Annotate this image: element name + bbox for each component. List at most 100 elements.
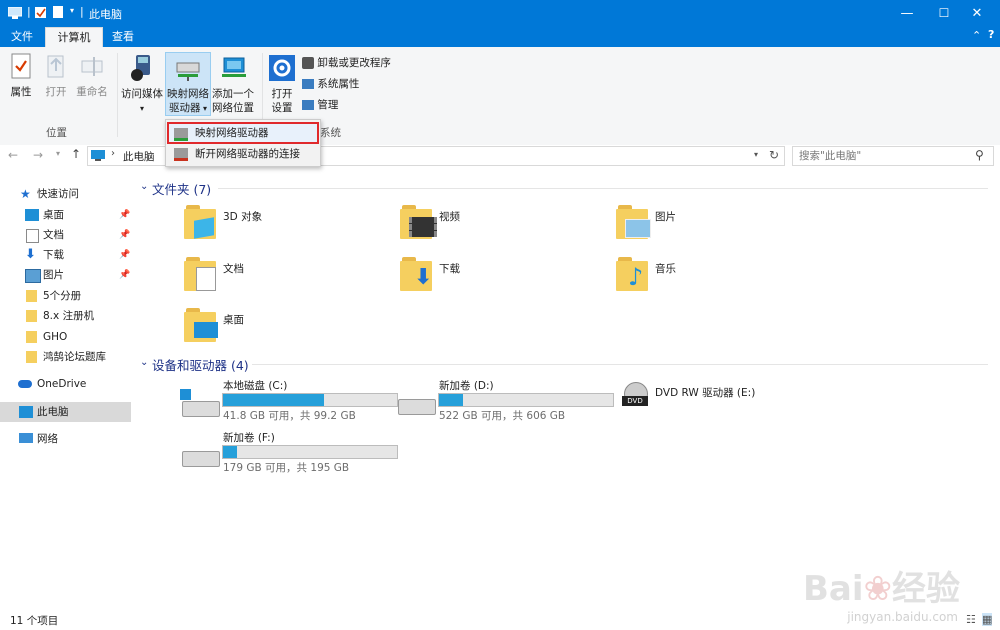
drive-usage-bar [222, 445, 398, 459]
collapse-chevron-icon[interactable]: ⌄ [140, 357, 148, 368]
folder-icon [184, 257, 224, 293]
sidebar-item-pictures[interactable]: 图片 📌 [0, 265, 131, 285]
collapse-ribbon-icon[interactable]: ⌃ [972, 29, 981, 42]
properties-quick-icon[interactable] [35, 7, 47, 19]
sidebar-item-quick-access[interactable]: ★ 快速访问 [0, 184, 131, 204]
pictures-icon [25, 269, 41, 283]
folder-pictures[interactable]: 图片 [616, 205, 816, 247]
devices-section-header[interactable]: 设备和驱动器 (4) [152, 355, 249, 374]
folder-label: 视频 [439, 211, 460, 223]
properties-button[interactable]: 属性 [6, 53, 36, 99]
sidebar-item-this-pc[interactable]: 此电脑 [0, 402, 131, 422]
folder-icon [184, 308, 224, 344]
network-drive-icon [176, 62, 200, 81]
recent-locations-dropdown-icon[interactable]: ▾ [56, 149, 60, 158]
large-icons-view-icon[interactable]: ▦ [982, 613, 993, 626]
watermark-logo: Bai❀经验 [802, 569, 960, 609]
drive-free-space: 522 GB 可用，共 606 GB [439, 410, 566, 422]
sidebar-item-folder[interactable]: 8.x 注册机 [0, 306, 131, 326]
sidebar-item-onedrive[interactable]: OneDrive [0, 374, 131, 394]
sidebar-item-folder[interactable]: GHO [0, 327, 131, 347]
folder-icon [616, 205, 656, 241]
close-button[interactable]: ✕ [954, 0, 1000, 27]
folders-section-header[interactable]: 文件夹 (7) [152, 179, 211, 198]
network-icon [19, 433, 33, 443]
search-input[interactable]: 搜索"此电脑" ⚲ [792, 146, 994, 166]
details-view-icon[interactable]: ☷ [966, 613, 976, 626]
folder-label: 文档 [223, 263, 244, 275]
section-divider [252, 364, 988, 365]
manage-button[interactable]: 管理 [302, 96, 338, 114]
drive-label: DVD RW 驱动器 (E:) [655, 387, 756, 399]
breadcrumb-this-pc[interactable]: 此电脑 [123, 149, 155, 164]
collapse-chevron-icon[interactable]: ⌄ [140, 181, 148, 192]
folder-music[interactable]: ♪ 音乐 [616, 257, 816, 299]
help-icon[interactable]: ? [988, 28, 994, 41]
sidebar-label: 文档 [43, 229, 64, 241]
quick-access-dropdown-icon[interactable]: ▾ [70, 6, 74, 15]
tab-file[interactable]: 文件 [0, 27, 44, 47]
sidebar-item-folder[interactable]: 鸿鹄论坛题库 [0, 347, 131, 367]
folder-icon: ⬇ [400, 257, 440, 293]
drive-d[interactable]: 新加卷 (D:) 522 GB 可用，共 606 GB [396, 377, 614, 423]
sidebar-label: 桌面 [43, 209, 64, 221]
this-pc-icon [91, 150, 105, 161]
sidebar-item-network[interactable]: 网络 [0, 429, 131, 449]
sidebar-item-downloads[interactable]: ⬇ 下载 📌 [0, 245, 131, 265]
properties-icon [11, 53, 31, 79]
search-icon[interactable]: ⚲ [975, 146, 984, 164]
item-count: 11 个项目 [10, 615, 59, 627]
drive-label: 新加卷 (D:) [439, 380, 494, 392]
folder-label: 桌面 [223, 314, 244, 326]
star-icon: ★ [20, 187, 31, 201]
pin-icon: 📌 [119, 230, 131, 240]
sidebar-label: 下载 [43, 249, 64, 261]
tab-view[interactable]: 查看 [103, 27, 143, 47]
window-title: 此电脑 [89, 8, 122, 21]
back-arrow-icon[interactable]: ← [8, 148, 18, 162]
address-dropdown-icon[interactable]: ▾ [754, 150, 758, 159]
sidebar-label: 网络 [37, 433, 58, 445]
folder-icon [400, 205, 440, 241]
search-placeholder: 搜索"此电脑" [799, 150, 862, 162]
open-settings-button[interactable]: 打开 设置 [266, 53, 298, 115]
new-folder-quick-icon[interactable] [53, 6, 64, 19]
folder-downloads[interactable]: ⬇ 下载 [400, 257, 600, 299]
disconnect-network-drive-menu-item[interactable]: 断开网络驱动器的连接 [168, 144, 318, 164]
map-network-drive-button[interactable]: 映射网络 驱动器 ▾ [165, 52, 211, 116]
add-network-location-button[interactable]: 添加一个 网络位置 [210, 53, 256, 115]
navigation-pane: ★ 快速访问 桌面 📌 文档 📌 ⬇ 下载 📌 图片 📌 5个分册 8.x 注册… [0, 178, 131, 610]
sidebar-item-desktop[interactable]: 桌面 📌 [0, 205, 131, 225]
forward-arrow-icon[interactable]: → [33, 148, 43, 162]
drive-e-dvd[interactable]: DVD DVD RW 驱动器 (E:) [612, 377, 832, 423]
drive-c[interactable]: 本地磁盘 (C:) 41.8 GB 可用，共 99.2 GB [180, 377, 398, 423]
up-arrow-icon[interactable]: ↑ [71, 147, 81, 161]
rename-label: 重命名 [76, 86, 108, 98]
folder-desktop[interactable]: 桌面 [184, 308, 384, 350]
desktop-icon [25, 209, 39, 221]
sidebar-label: 此电脑 [37, 406, 69, 418]
refresh-icon[interactable]: ↻ [769, 148, 779, 162]
map-network-drive-menu-item[interactable]: 映射网络驱动器 [167, 122, 319, 144]
ribbon-tabs: 文件 计算机 查看 ⌃ ? [0, 27, 1000, 48]
folder-label: 音乐 [655, 263, 676, 275]
folder-icon [26, 290, 37, 302]
drive-label: 新加卷 (F:) [223, 432, 275, 444]
access-media-button[interactable]: 访问媒体 ▾ [120, 53, 164, 116]
uninstall-program-button[interactable]: 卸载或更改程序 [302, 54, 391, 72]
folder-3d-objects[interactable]: 3D 对象 [184, 205, 384, 247]
tab-computer[interactable]: 计算机 [45, 27, 103, 48]
drive-f[interactable]: 新加卷 (F:) 179 GB 可用，共 195 GB [180, 429, 398, 475]
map-network-drive-label-1: 映射网络 [167, 88, 209, 100]
drive-usage-fill [223, 446, 237, 458]
folder-documents[interactable]: 文档 [184, 257, 384, 299]
sidebar-item-documents[interactable]: 文档 📌 [0, 225, 131, 245]
folder-videos[interactable]: 视频 [400, 205, 600, 247]
open-icon [47, 55, 64, 78]
map-network-drive-label-2: 驱动器 [168, 102, 201, 114]
breadcrumb-chevron-icon[interactable]: › [111, 148, 115, 159]
system-properties-button[interactable]: 系统属性 [302, 75, 359, 93]
sidebar-item-folder[interactable]: 5个分册 [0, 286, 131, 306]
disconnect-network-drive-menu-label: 断开网络驱动器的连接 [195, 148, 300, 160]
open-label: 打开 [45, 86, 67, 98]
